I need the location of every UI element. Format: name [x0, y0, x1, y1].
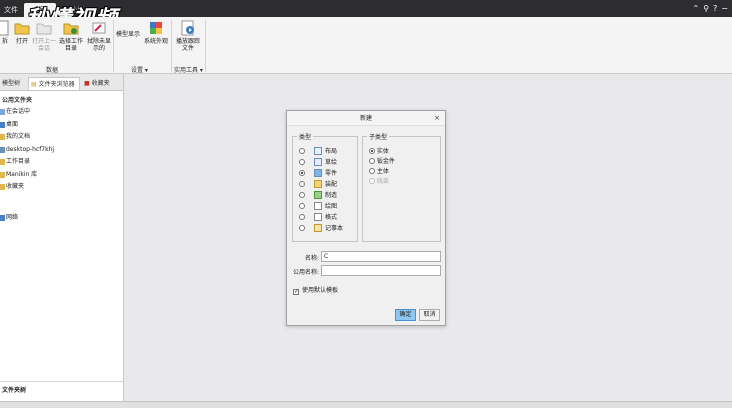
close-icon[interactable]: ×	[434, 111, 440, 126]
folder-item[interactable]: desktop-hcf7khj	[0, 144, 123, 157]
status-bar	[0, 401, 732, 408]
help-icon[interactable]: ?	[713, 4, 717, 13]
favorites-icon: ■	[84, 80, 90, 87]
notebook-icon	[314, 224, 322, 232]
new-button[interactable]: 拆	[0, 20, 10, 45]
group-settings[interactable]: 设置 ▾	[131, 65, 148, 74]
system-appearance-button[interactable]: 系统外观	[142, 20, 170, 45]
manikin-icon	[0, 171, 5, 178]
format-icon	[314, 213, 322, 221]
subtype-option-body[interactable]: 主体	[369, 167, 389, 177]
ok-button[interactable]: 确定	[395, 309, 416, 321]
tab-model-tree[interactable]: 模型树	[0, 77, 26, 90]
type-option-manufacturing[interactable]: 制造	[299, 191, 337, 201]
playback-icon	[181, 20, 194, 36]
network-icon	[0, 214, 5, 221]
drawing-icon	[314, 202, 322, 210]
folder-item[interactable]: 桌面	[0, 119, 123, 132]
assembly-icon	[314, 180, 322, 188]
tab-folder-browser[interactable]: ▤ 文件夹浏览器	[28, 77, 80, 90]
folder-item[interactable]: 收藏夹	[0, 181, 123, 194]
common-folders-header: 公用文件夹	[2, 97, 33, 104]
navigator-panel: 模型树 ▤ 文件夹浏览器 ■ 收藏夹 公用文件夹 在会话中 桌面 我的文档 de…	[0, 74, 124, 401]
working-dir-folder-icon	[0, 159, 5, 165]
computer-icon	[0, 146, 5, 153]
common-name-input[interactable]	[321, 265, 441, 276]
session-icon	[0, 109, 5, 115]
tab-favorites[interactable]: ■ 收藏夹	[82, 77, 122, 90]
dialog-title: 新建 ×	[287, 111, 445, 126]
appearance-icon	[150, 22, 162, 34]
erase-not-displayed-button[interactable]: 拭除未显示的	[86, 20, 112, 52]
part-icon	[314, 169, 322, 177]
documents-icon	[0, 134, 5, 140]
type-group: 类型 布局 草绘 零件 装配 制造 绘图 格式 记事本	[292, 132, 358, 242]
desktop-icon	[0, 121, 5, 128]
layout-icon	[314, 147, 322, 155]
minimize-icon[interactable]: −	[721, 4, 728, 13]
folder-item[interactable]: 工作目录	[0, 156, 123, 169]
type-option-layout[interactable]: 布局	[299, 147, 337, 157]
sketch-icon	[314, 158, 322, 166]
select-working-dir-button[interactable]: 选择工作目录	[58, 20, 84, 52]
folder-item[interactable]: 我的文档	[0, 131, 123, 144]
subtype-option-solid[interactable]: 实体	[369, 147, 389, 157]
working-dir-icon	[63, 23, 79, 35]
subtype-group: 子类型 实体 钣金件 主体 线束	[362, 132, 441, 242]
new-file-dialog: 新建 × 类型 布局 草绘 零件 装配 制造 绘图 格式 记事本 子类型 实体 …	[286, 110, 446, 326]
use-default-template-checkbox[interactable]: ✓ 使用默认模板	[293, 286, 338, 295]
open-last-session-icon	[36, 23, 52, 35]
group-utilities[interactable]: 实用工具 ▾	[174, 65, 203, 74]
folder-item[interactable]: Manikin 库	[0, 169, 123, 182]
tab-file[interactable]: 文件	[0, 4, 22, 17]
cancel-button[interactable]: 取消	[419, 309, 440, 321]
chevron-up-icon[interactable]: ⌃	[692, 4, 699, 13]
type-option-format[interactable]: 格式	[299, 213, 337, 223]
open-folder-icon	[14, 23, 30, 35]
subtype-legend: 子类型	[367, 132, 390, 141]
subtype-option-sheetmetal[interactable]: 钣金件	[369, 157, 395, 167]
network-item[interactable]: 网络	[0, 212, 123, 225]
search-icon[interactable]: ⚲	[703, 4, 709, 13]
open-last-session-button[interactable]: 打开上一会话	[32, 20, 56, 52]
ribbon: 拆 打开 打开上一会话 选择工作目录 拭除未显示的 模型显示 系统外观 播放跟踪…	[0, 17, 732, 74]
erase-icon	[92, 22, 106, 34]
folder-item[interactable]: 在会话中	[0, 106, 123, 119]
open-button[interactable]: 打开	[12, 20, 32, 45]
manufacturing-icon	[314, 191, 322, 199]
name-input[interactable]: C	[321, 251, 441, 262]
checkmark-icon: ✓	[293, 288, 300, 295]
name-label: 名称:	[304, 255, 319, 262]
model-display-button[interactable]: 模型显示	[114, 31, 142, 38]
subtype-option-harness: 线束	[369, 177, 389, 187]
type-option-sketch[interactable]: 草绘	[299, 158, 337, 168]
type-legend: 类型	[297, 132, 314, 141]
favorites-folder-icon	[0, 184, 5, 190]
type-option-drawing[interactable]: 绘图	[299, 202, 337, 212]
folder-tree-footer[interactable]: 文件夹树	[0, 381, 123, 397]
type-option-notebook[interactable]: 记事本	[299, 224, 343, 234]
folder-browser-icon: ▤	[31, 81, 37, 88]
group-data-label: 数据	[46, 67, 59, 74]
type-option-part[interactable]: 零件	[299, 169, 337, 179]
playback-trail-button[interactable]: 播放跟踪文件	[174, 20, 202, 52]
common-name-label: 公用名称:	[292, 269, 319, 276]
type-option-assembly[interactable]: 装配	[299, 180, 337, 190]
menu-bar: 文件 主页 公用 秒懂视频 ⌃ ⚲ ? −	[0, 0, 732, 32]
